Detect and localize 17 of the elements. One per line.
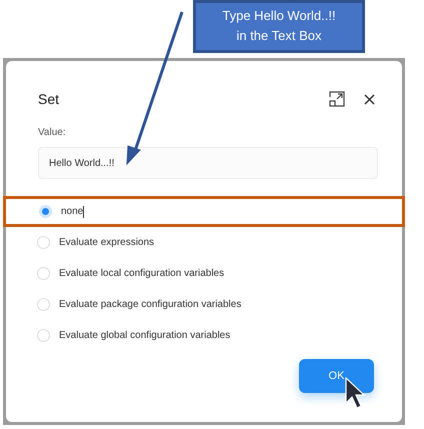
radio-button[interactable] xyxy=(39,205,52,218)
radio-button[interactable] xyxy=(37,236,50,249)
option-label[interactable]: Evaluate global configuration variables xyxy=(59,328,230,343)
expand-icon[interactable] xyxy=(329,91,345,107)
radio-button[interactable] xyxy=(37,329,50,342)
dialog-title: Set xyxy=(38,90,60,108)
option-label[interactable]: Evaluate package configuration variables xyxy=(59,297,242,312)
radio-button[interactable] xyxy=(37,267,50,280)
option-label[interactable]: Evaluate local configuration variables xyxy=(59,266,224,281)
option-label[interactable]: Evaluate expressions xyxy=(59,235,154,250)
option-label[interactable]: none xyxy=(61,204,84,219)
radio-button[interactable] xyxy=(37,298,50,311)
cursor-icon xyxy=(345,377,366,409)
close-icon[interactable] xyxy=(364,94,375,104)
value-label: Value: xyxy=(38,126,66,140)
value-field[interactable]: Hello World...!! xyxy=(38,147,378,179)
callout-box: Type Hello World..!! in the Text Box xyxy=(193,0,365,53)
